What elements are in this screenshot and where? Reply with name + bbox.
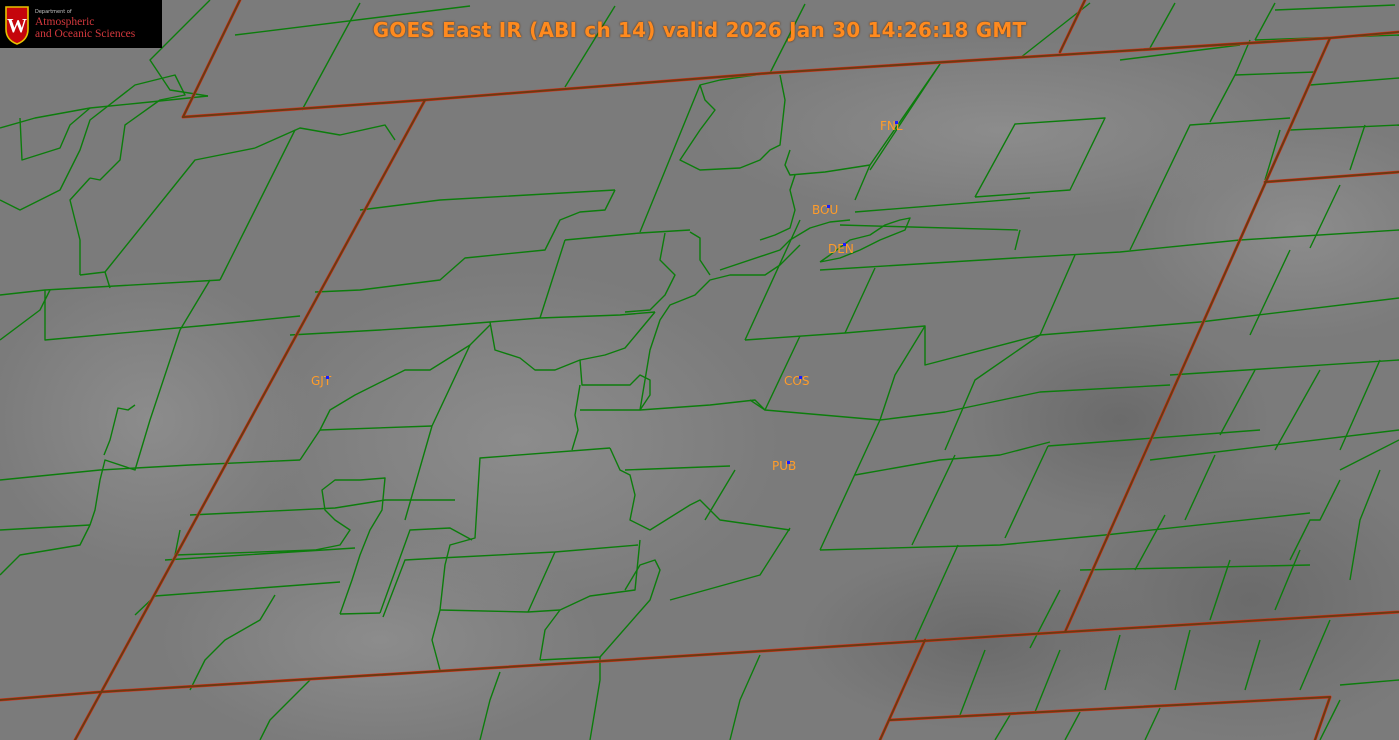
station-bou[interactable]: BOU [812, 203, 838, 217]
station-label: FNL [880, 119, 903, 133]
station-pub[interactable]: PUB [772, 459, 796, 473]
station-den[interactable]: DEN [828, 242, 854, 256]
station-marker-icon [787, 461, 790, 464]
station-marker-icon [326, 376, 329, 379]
station-label: COS [784, 374, 810, 388]
image-title: GOES East IR (ABI ch 14) valid 2026 Jan … [372, 18, 1027, 42]
station-label: DEN [828, 242, 854, 256]
station-gjt[interactable]: GJT [311, 374, 331, 388]
station-cos[interactable]: COS [784, 374, 809, 388]
station-marker-icon [895, 121, 898, 124]
satellite-map[interactable] [0, 0, 1399, 740]
station-marker-icon [799, 376, 802, 379]
station-marker-icon [843, 243, 846, 246]
station-marker-icon [827, 205, 830, 208]
logo-department: Department of [35, 9, 72, 15]
station-label: BOU [812, 203, 839, 217]
station-label: PUB [772, 459, 797, 473]
station-fnl[interactable]: FNL [880, 119, 903, 133]
